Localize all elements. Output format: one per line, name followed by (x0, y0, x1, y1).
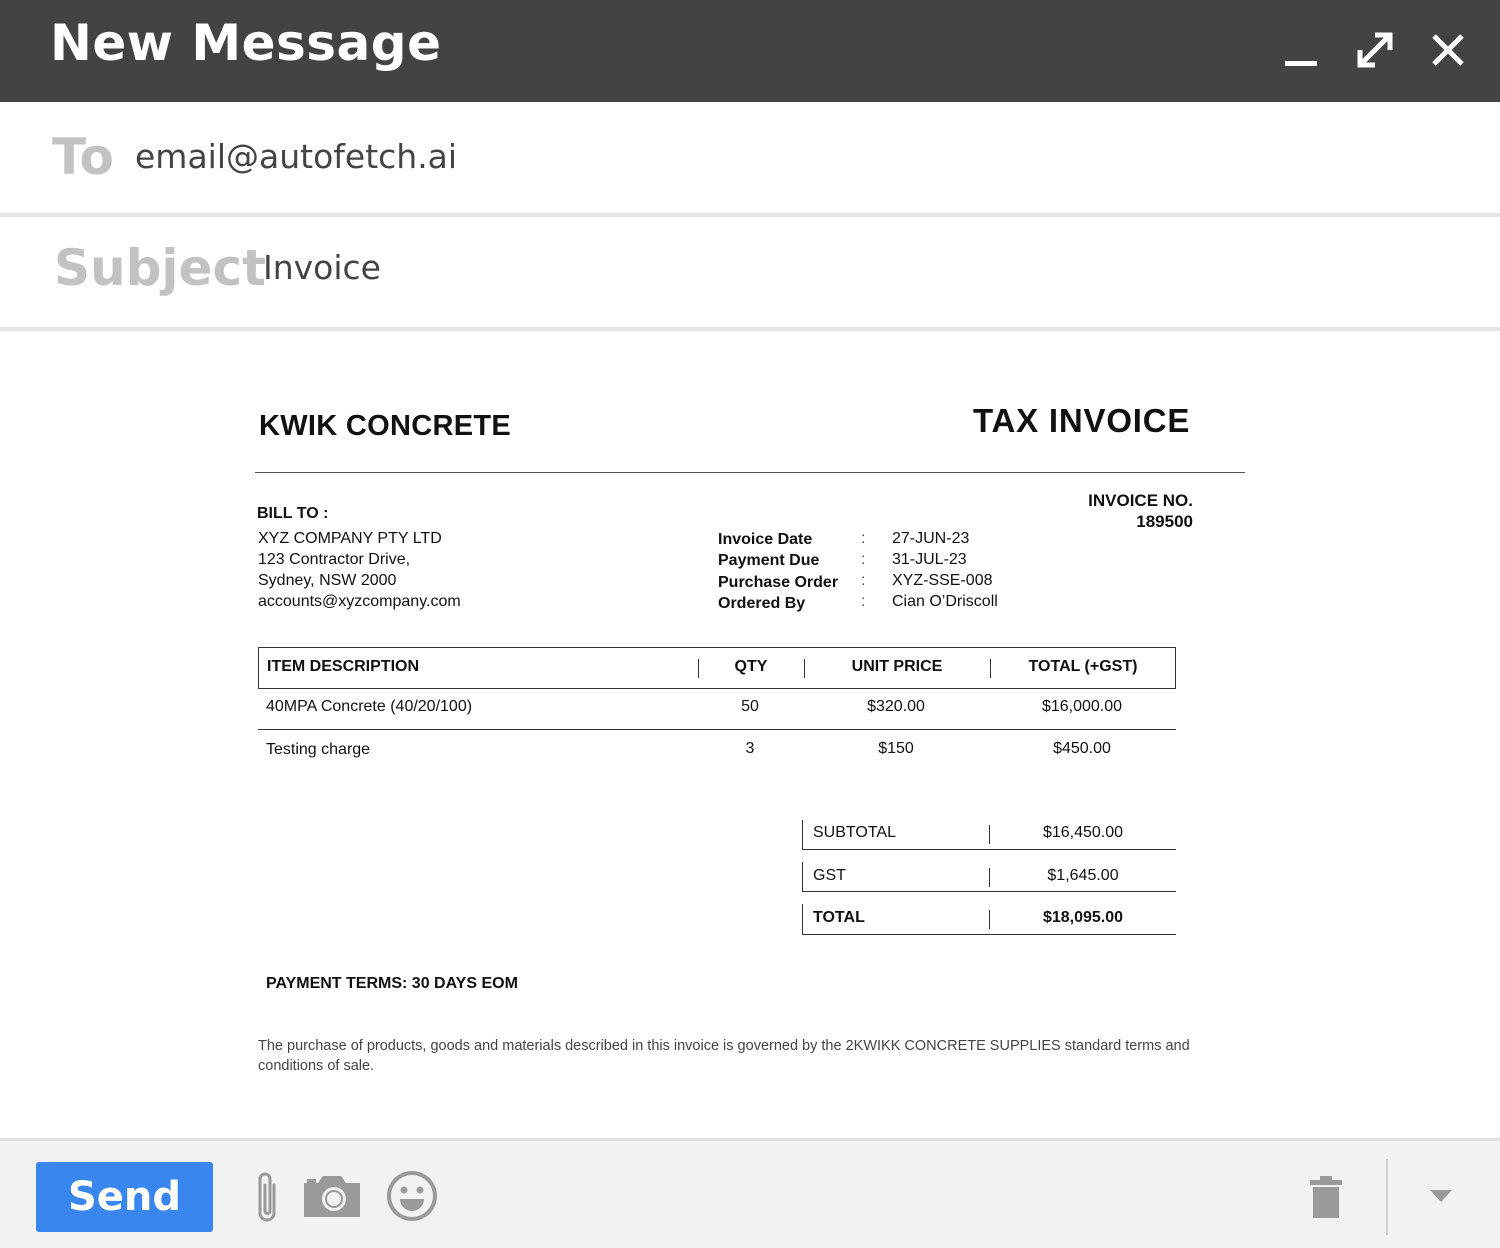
item-description: Testing charge (266, 741, 371, 758)
insert-emoji-button[interactable] (386, 1170, 438, 1222)
gst-value: $1,645.00 (1047, 867, 1119, 884)
header-divider (255, 472, 1245, 473)
document-title: TAX INVOICE (973, 402, 1191, 439)
column-header-total: TOTAL (+GST) (1028, 658, 1138, 675)
compose-titlebar: New Message (0, 0, 1500, 102)
subtotal-label: SUBTOTAL (813, 824, 896, 841)
meta-value: Cian O’Driscoll (892, 593, 998, 610)
more-options-button[interactable] (1428, 1187, 1454, 1205)
bill-to-label: BILL TO : (257, 505, 329, 522)
totals-left-border (802, 862, 803, 891)
subject-input[interactable] (263, 245, 1163, 289)
item-unit-price: $320.00 (867, 698, 925, 715)
items-table-header: ITEM DESCRIPTION QTY UNIT PRICE TOTAL (+… (258, 647, 1176, 689)
column-header-description: ITEM DESCRIPTION (267, 658, 420, 675)
item-description: 40MPA Concrete (40/20/100) (266, 698, 473, 715)
meta-separator: : (861, 593, 866, 610)
trash-icon (1310, 1176, 1342, 1218)
bill-to-line: 123 Contractor Drive, (258, 551, 411, 568)
meta-label: Ordered By (718, 595, 806, 612)
more-options-icon (1430, 1190, 1452, 1202)
bill-to-line: accounts@xyzcompany.com (258, 593, 461, 610)
meta-separator: : (861, 551, 866, 568)
column-header-qty: QTY (734, 658, 768, 675)
bill-to-line: XYZ COMPANY PTY LTD (258, 530, 442, 547)
invoice-number-label: INVOICE NO. (1088, 491, 1193, 510)
to-input[interactable] (135, 134, 1035, 178)
meta-label: Invoice Date (718, 531, 813, 548)
close-icon (1432, 34, 1464, 66)
item-qty: 50 (741, 698, 759, 715)
paperclip-icon (258, 1172, 276, 1222)
totals-left-border (802, 904, 803, 935)
company-name: KWIK CONCRETE (259, 410, 511, 442)
item-unit-price: $150 (878, 740, 914, 757)
item-total: $16,000.00 (1041, 698, 1123, 715)
meta-value: 27-JUN-23 (892, 530, 970, 547)
payment-terms: PAYMENT TERMS: 30 DAYS EOM (266, 975, 518, 992)
attach-button[interactable] (252, 1169, 282, 1225)
emoji-icon (387, 1171, 437, 1221)
toolbar-divider (1386, 1159, 1388, 1235)
discard-button[interactable] (1309, 1176, 1343, 1218)
subject-row: Subject (0, 217, 1500, 331)
insert-photo-button[interactable] (302, 1173, 362, 1219)
totals-left-border (802, 820, 803, 849)
column-header-unit-price: UNIT PRICE (851, 658, 943, 675)
subject-label: Subject (54, 239, 266, 297)
close-button[interactable] (1426, 28, 1470, 72)
item-qty: 3 (745, 740, 755, 757)
total-value: $18,095.00 (1042, 909, 1124, 926)
to-label: To (52, 128, 114, 186)
minimize-button[interactable] (1279, 28, 1323, 72)
meta-value: 31-JUL-23 (892, 551, 967, 568)
totals-row-divider (802, 849, 1176, 850)
row-divider (258, 729, 1176, 730)
item-total: $450.00 (1053, 740, 1111, 757)
gst-label: GST (813, 867, 846, 884)
meta-separator: : (861, 530, 866, 547)
camera-icon (304, 1176, 360, 1217)
meta-separator: : (861, 572, 866, 589)
total-label: TOTAL (813, 909, 865, 926)
subtotal-value: $16,450.00 (1042, 824, 1124, 841)
expand-button[interactable] (1353, 28, 1397, 72)
bill-to-line: Sydney, NSW 2000 (258, 572, 397, 589)
meta-value: XYZ-SSE-008 (892, 572, 993, 589)
minimize-icon (1285, 61, 1317, 66)
window-title: New Message (50, 14, 442, 72)
send-button[interactable]: Send (36, 1162, 213, 1232)
to-row: To (0, 102, 1500, 217)
totals-row-divider (802, 934, 1176, 935)
meta-label: Payment Due (718, 552, 820, 569)
totals-row-divider (802, 891, 1176, 892)
invoice-number: 189500 (1136, 512, 1193, 531)
legal-notice: The purchase of products, goods and mate… (258, 1038, 1190, 1074)
expand-icon (1357, 32, 1393, 68)
compose-toolbar: Send (0, 1138, 1500, 1248)
meta-label: Purchase Order (718, 574, 839, 591)
